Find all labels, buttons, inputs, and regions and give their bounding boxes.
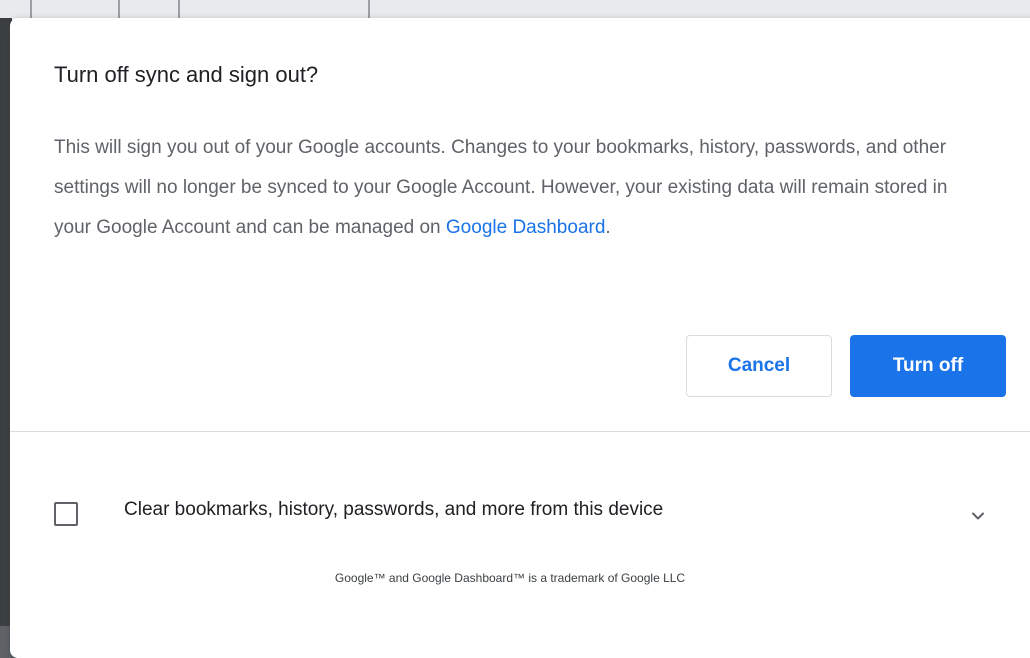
background-divider [178, 0, 180, 18]
background-divider [118, 0, 120, 18]
sign-out-dialog: Turn off sync and sign out? This will si… [10, 18, 1030, 658]
cancel-button[interactable]: Cancel [686, 335, 832, 397]
background-divider [30, 0, 32, 18]
chevron-down-icon[interactable] [960, 498, 996, 534]
google-dashboard-link[interactable]: Google Dashboard [446, 217, 606, 238]
dialog-body: This will sign you out of your Google ac… [54, 128, 974, 248]
dialog-divider [10, 431, 1030, 432]
turn-off-button[interactable]: Turn off [850, 335, 1006, 397]
clear-data-checkbox[interactable] [54, 502, 78, 526]
background-divider [368, 0, 370, 18]
dialog-body-end: . [605, 217, 611, 238]
clear-data-label: Clear bookmarks, history, passwords, and… [124, 499, 664, 520]
trademark-footer: Google™ and Google Dashboard™ is a trade… [334, 571, 686, 585]
background-page-strip [0, 0, 1030, 18]
dialog-title: Turn off sync and sign out? [54, 62, 319, 87]
